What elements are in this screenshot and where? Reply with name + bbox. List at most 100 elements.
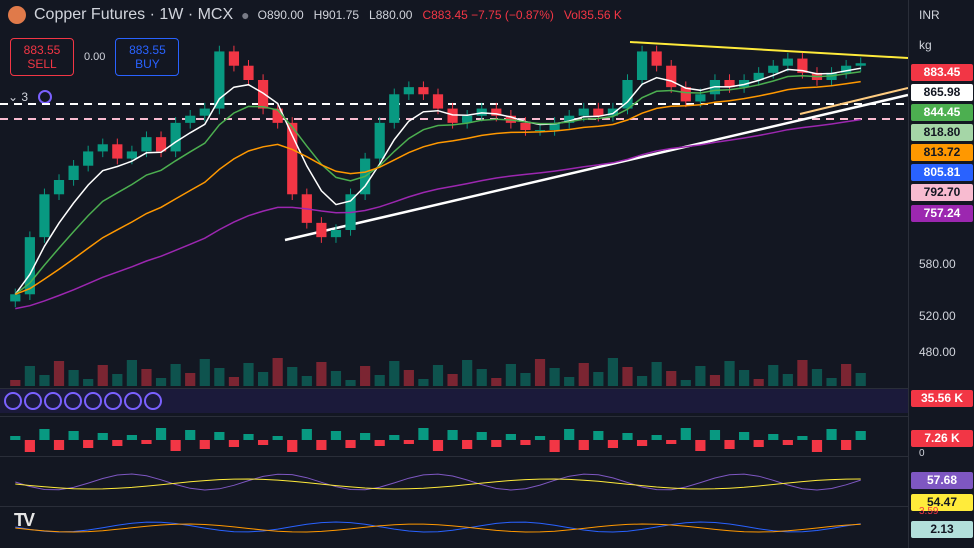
candle[interactable] [534,130,546,131]
delta-bar [68,431,79,440]
delta-bar [83,440,94,448]
delta-bar [797,436,808,440]
panel-icon[interactable] [84,392,102,410]
delta-bar [170,440,181,451]
volume-bar [199,359,210,386]
axis-tick: 480.00 [919,345,956,359]
delta-bar [374,440,385,446]
volume-bar [841,364,852,386]
candle[interactable] [228,51,240,66]
candle[interactable] [432,94,444,109]
resistance-trendline[interactable] [629,41,908,59]
panel-icon[interactable] [4,392,22,410]
delta-bar [651,435,662,440]
support-trendline-orange[interactable] [799,87,908,115]
candle[interactable] [578,108,589,116]
price-label: 805.81 [911,164,973,181]
volume-bar [564,377,575,386]
candle[interactable] [695,94,706,102]
macd-line [15,523,861,533]
candle[interactable] [185,115,196,123]
delta-bar [753,440,764,447]
panel-divider [0,416,908,417]
candle[interactable] [476,108,487,116]
candle[interactable] [68,165,79,180]
candle[interactable] [768,65,779,73]
volume-bar [462,360,473,386]
candle[interactable] [651,51,662,66]
volume-bar [491,378,502,386]
candle[interactable] [257,80,269,109]
candle[interactable] [782,58,793,66]
delta-bar [680,428,691,440]
price-label: 865.98 [911,84,973,101]
candle[interactable] [141,137,152,152]
delta-bar [228,440,240,447]
delta-bar [564,429,575,440]
delta-bar [578,440,589,450]
candle[interactable] [374,122,385,159]
volume-bar [403,370,414,386]
volume-label: 35.56 K [911,390,973,407]
candle[interactable] [666,65,677,88]
volume-bar [287,367,298,386]
delta-label: 7.26 K [911,430,973,447]
delta-bar [53,440,65,450]
volume-bar [739,370,750,386]
panel-icon[interactable] [44,392,62,410]
price-label: 818.80 [911,124,973,141]
candle[interactable] [418,87,429,95]
volume-bar [768,365,779,386]
volume-bar [724,361,735,386]
candle[interactable] [389,94,400,123]
candle[interactable] [330,230,342,238]
panel-icon[interactable] [64,392,82,410]
candle[interactable] [97,144,108,152]
candle[interactable] [855,63,866,66]
macd-label: 2.13 [911,521,973,538]
candle[interactable] [636,51,648,80]
candle[interactable] [199,108,210,116]
candle[interactable] [112,144,123,159]
candle[interactable] [243,65,254,80]
candle[interactable] [520,122,531,130]
volume-bar [432,365,444,386]
volume-bar [622,367,633,386]
candle[interactable] [316,222,327,238]
volume-bar [695,366,706,386]
panel-icon[interactable] [124,392,142,410]
candle[interactable] [53,180,65,195]
candle[interactable] [170,122,181,152]
delta-bar [185,430,196,440]
panel-icon[interactable] [24,392,42,410]
candle[interactable] [593,108,604,116]
panel-icon[interactable] [144,392,162,410]
panel-icon[interactable] [104,392,122,410]
volume-bar [141,369,152,386]
volume-bar [709,375,721,386]
price-chart[interactable] [0,0,908,548]
delta-bar [418,428,429,440]
volume-bar [680,380,691,386]
price-label: 792.70 [911,184,973,201]
volume-bar [272,358,283,386]
candle[interactable] [403,87,414,95]
delta-bar [724,440,735,449]
delta-bar [389,435,400,440]
volume-bar [520,373,531,386]
volume-bar [666,371,677,386]
volume-bar [797,360,808,386]
axis-tick: 520.00 [919,309,956,323]
delta-bar [768,434,779,440]
candle[interactable] [287,122,298,195]
delta-bar [520,440,531,445]
delta-bar [447,430,458,440]
rsi-line [15,478,861,490]
price-axis: INR kg 883.45 865.98 844.45 818.80 813.7… [908,0,974,548]
candle[interactable] [126,151,137,159]
volume-bar [345,380,356,386]
candle[interactable] [83,151,94,166]
candle[interactable] [10,294,21,302]
delta-bar [505,434,516,440]
candle[interactable] [39,194,50,238]
